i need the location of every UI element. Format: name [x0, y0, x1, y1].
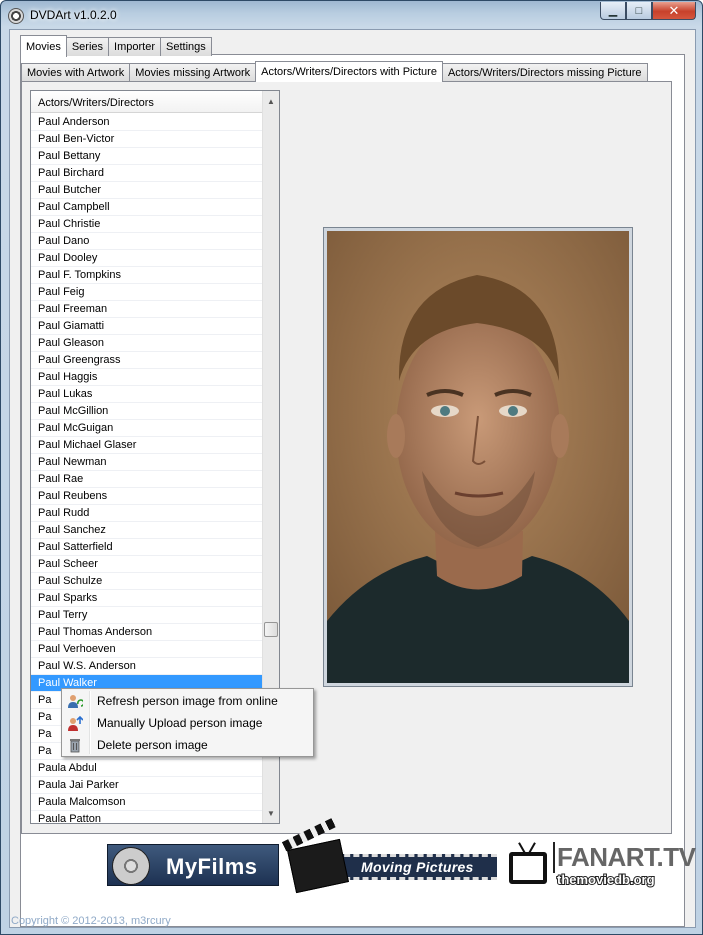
menu-item-upload-image[interactable]: Manually Upload person image: [64, 712, 311, 734]
menu-item-label: Refresh person image from online: [97, 694, 278, 708]
list-item[interactable]: Paul Scheer: [31, 556, 263, 573]
copyright-text: Copyright © 2012-2013, m3rcury: [11, 915, 171, 927]
moving-pictures-logo: Moving Pictures: [285, 838, 499, 894]
caption-buttons: ▁ □ ✕: [600, 2, 696, 20]
list-item[interactable]: Paul Feig: [31, 284, 263, 301]
list-item[interactable]: Paul McGuigan: [31, 420, 263, 437]
menu-item-label: Manually Upload person image: [97, 716, 263, 730]
scroll-up-arrow-icon[interactable]: ▲: [263, 93, 279, 109]
dvd-app-icon: [8, 8, 24, 24]
tab-persons-missing-picture[interactable]: Actors/Writers/Directors missing Picture: [441, 63, 648, 81]
person-photo: [323, 227, 633, 687]
list-item[interactable]: Paul Lukas: [31, 386, 263, 403]
maximize-button[interactable]: □: [626, 2, 652, 20]
minimize-button[interactable]: ▁: [600, 2, 626, 20]
list-item[interactable]: Paul Dooley: [31, 250, 263, 267]
title-bar[interactable]: DVDArt v1.0.2.0 ▁ □ ✕: [1, 1, 702, 29]
list-item[interactable]: Paul Reubens: [31, 488, 263, 505]
fanart-tmdb-logo: FANART.TV themoviedb.org: [505, 838, 696, 894]
list-item[interactable]: Paul Michael Glaser: [31, 437, 263, 454]
fanart-logo-text: FANART.TV: [553, 842, 696, 873]
tab-series[interactable]: Series: [65, 37, 110, 56]
list-item[interactable]: Paul Thomas Anderson: [31, 624, 263, 641]
clapperboard-icon: [287, 838, 349, 894]
list-item[interactable]: Paul Campbell: [31, 199, 263, 216]
sub-tab-strip: Movies with Artwork Movies missing Artwo…: [21, 61, 648, 82]
list-item[interactable]: Paula Malcomson: [31, 794, 263, 811]
list-item[interactable]: Paul McGillion: [31, 403, 263, 420]
tmdb-logo-text: themoviedb.org: [556, 871, 656, 888]
list-item[interactable]: Paul Greengrass: [31, 352, 263, 369]
app-window: DVDArt v1.0.2.0 ▁ □ ✕ Movies Series Impo…: [0, 0, 703, 935]
person-portrait-image: [327, 231, 629, 683]
list-column-header[interactable]: Actors/Writers/Directors: [31, 91, 263, 113]
scroll-down-arrow-icon[interactable]: ▼: [263, 805, 279, 821]
context-menu: Refresh person image from online Manuall…: [61, 688, 314, 757]
main-tab-strip: Movies Series Importer Settings: [20, 35, 212, 57]
list-item[interactable]: Paul Schulze: [31, 573, 263, 590]
client-area: Movies Series Importer Settings Movies w…: [9, 29, 696, 928]
menu-item-delete-image[interactable]: Delete person image: [64, 734, 311, 756]
list-item[interactable]: Paul Freeman: [31, 301, 263, 318]
list-item[interactable]: Paul F. Tompkins: [31, 267, 263, 284]
logo-strip: MyFilms Moving Pictures FANART.TV themov…: [107, 836, 696, 900]
list-item[interactable]: Paul Newman: [31, 454, 263, 471]
list-item[interactable]: Paul Sparks: [31, 590, 263, 607]
tab-importer[interactable]: Importer: [108, 37, 161, 56]
list-item[interactable]: Paul Satterfield: [31, 539, 263, 556]
list-item[interactable]: Paul Haggis: [31, 369, 263, 386]
tv-icon: [509, 852, 547, 884]
list-item[interactable]: Paul Verhoeven: [31, 641, 263, 658]
list-item[interactable]: Paul Rae: [31, 471, 263, 488]
list-item[interactable]: Paula Jai Parker: [31, 777, 263, 794]
list-item[interactable]: Paul Christie: [31, 216, 263, 233]
list-item[interactable]: Paul Birchard: [31, 165, 263, 182]
list-item[interactable]: Paul Terry: [31, 607, 263, 624]
tab-movies-with-artwork[interactable]: Movies with Artwork: [21, 63, 131, 81]
moving-pictures-logo-text: Moving Pictures: [361, 859, 474, 875]
list-item[interactable]: Paul Anderson: [31, 114, 263, 131]
list-item[interactable]: Paul Giamatti: [31, 318, 263, 335]
list-item[interactable]: Paula Abdul: [31, 760, 263, 777]
list-item[interactable]: Paul Dano: [31, 233, 263, 250]
close-button[interactable]: ✕: [652, 2, 696, 20]
menu-item-refresh-image[interactable]: Refresh person image from online: [64, 690, 311, 712]
list-item[interactable]: Paul Sanchez: [31, 522, 263, 539]
list-item[interactable]: Paul W.S. Anderson: [31, 658, 263, 675]
list-item[interactable]: Paul Butcher: [31, 182, 263, 199]
window-title: DVDArt v1.0.2.0: [30, 8, 117, 22]
tab-persons-with-picture[interactable]: Actors/Writers/Directors with Picture: [255, 61, 443, 82]
tab-movies[interactable]: Movies: [20, 35, 67, 57]
person-refresh-icon: [68, 695, 83, 708]
list-item[interactable]: Paul Gleason: [31, 335, 263, 352]
list-item[interactable]: Paul Ben-Victor: [31, 131, 263, 148]
list-item[interactable]: Paula Patton: [31, 811, 263, 823]
person-upload-icon: [68, 715, 83, 731]
menu-item-label: Delete person image: [97, 738, 208, 752]
tab-movies-missing-artwork[interactable]: Movies missing Artwork: [129, 63, 257, 81]
list-item[interactable]: Paul Bettany: [31, 148, 263, 165]
film-reel-icon: [112, 847, 150, 885]
myfilms-logo: MyFilms: [107, 844, 279, 886]
list-item[interactable]: Paul Rudd: [31, 505, 263, 522]
tab-settings[interactable]: Settings: [160, 37, 212, 56]
scroll-thumb[interactable]: [264, 622, 278, 637]
myfilms-logo-text: MyFilms: [166, 854, 258, 879]
trash-icon: [70, 739, 80, 753]
